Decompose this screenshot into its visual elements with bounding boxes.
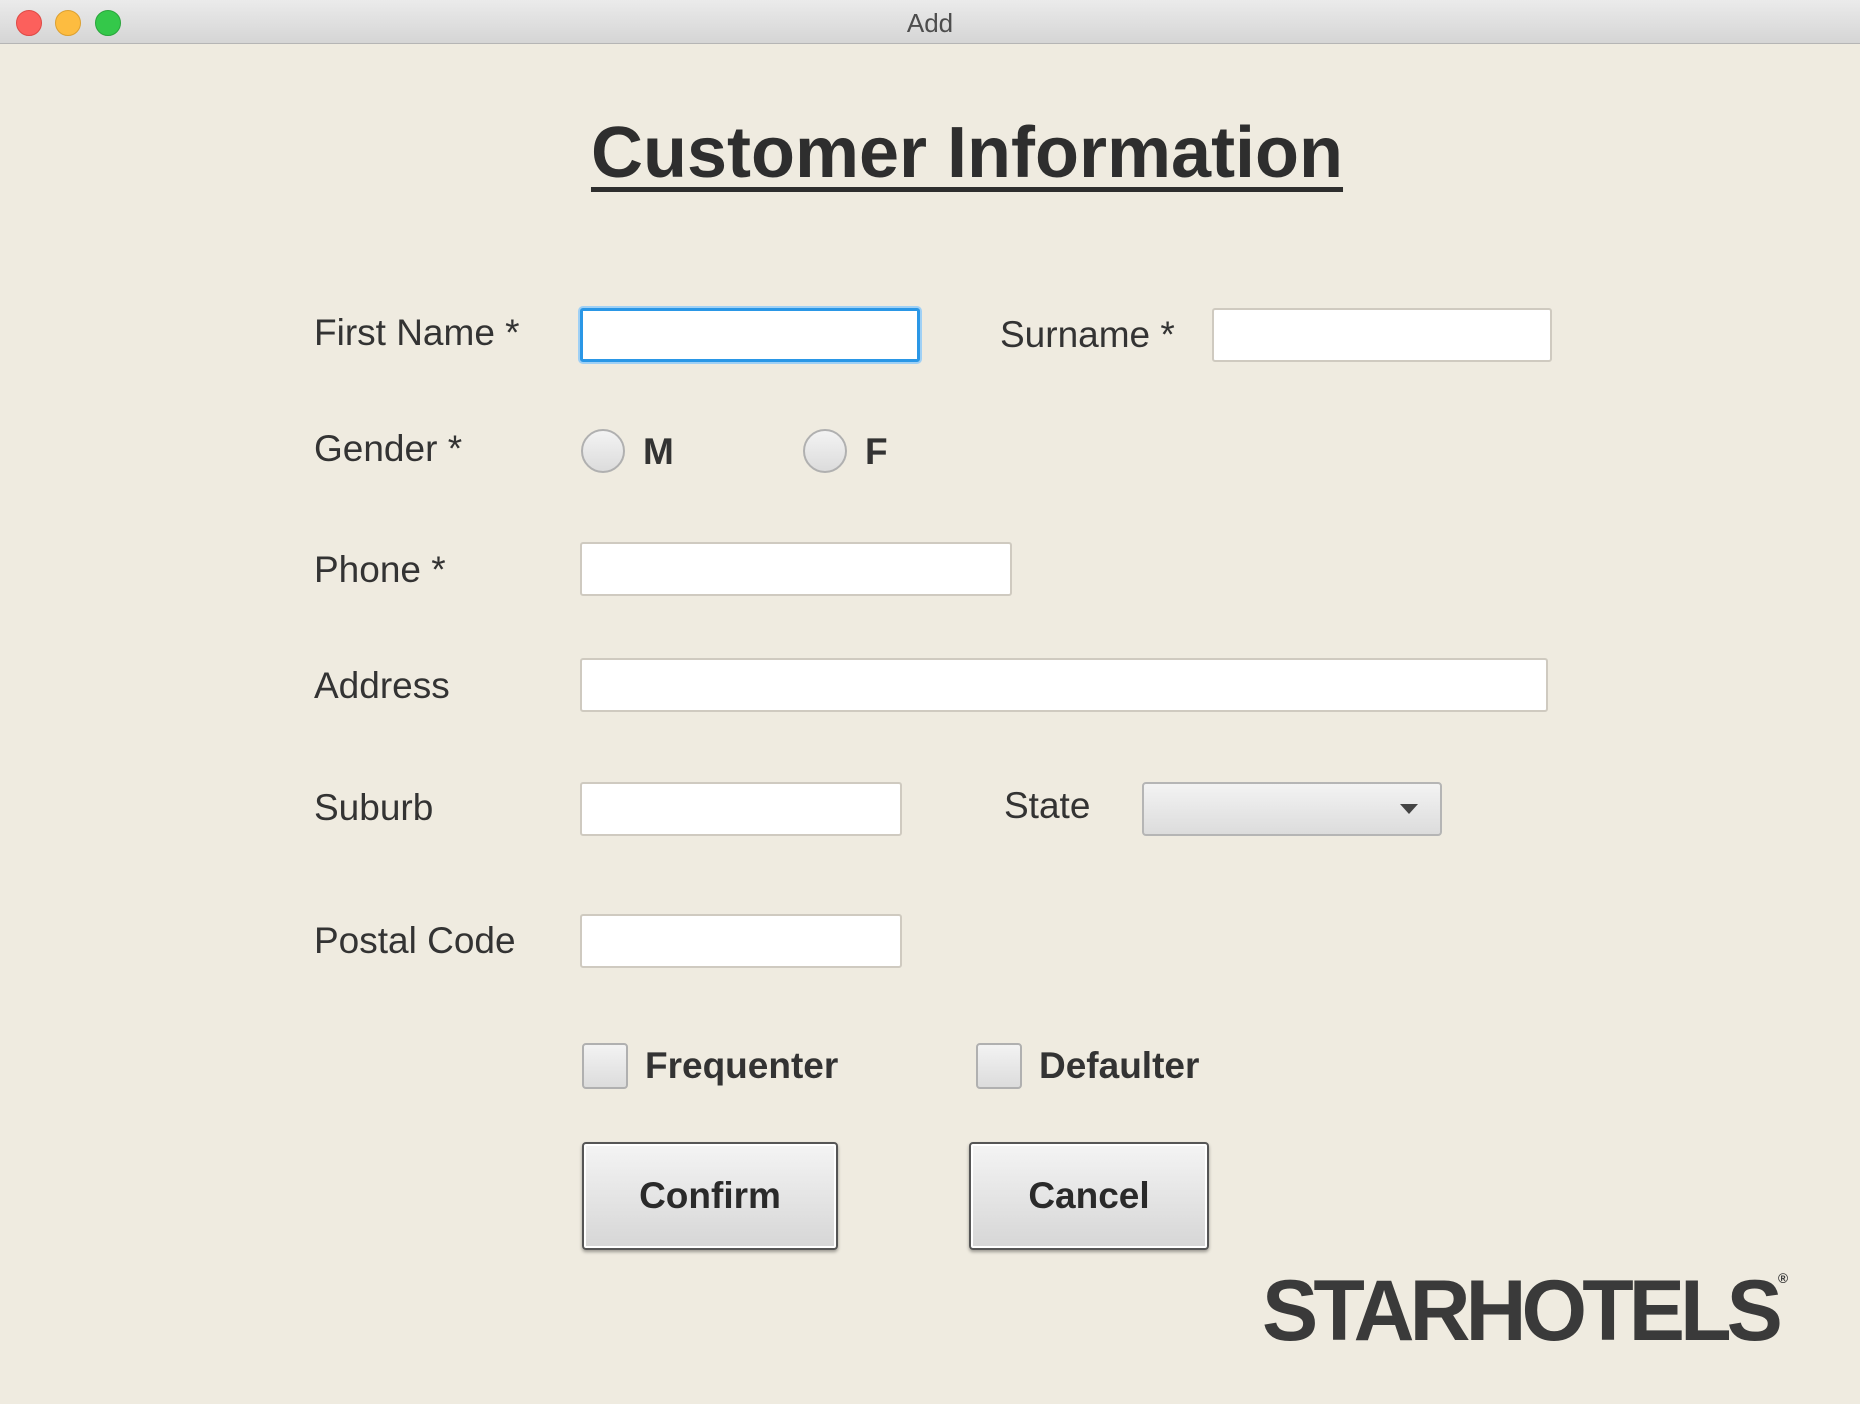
first-name-field[interactable] xyxy=(580,308,920,362)
postal-code-field[interactable] xyxy=(580,914,902,968)
address-label: Address xyxy=(314,665,450,706)
customer-form-window: Add Customer Information First Name * Su… xyxy=(0,0,1860,1404)
address-field[interactable] xyxy=(580,658,1548,712)
chevron-down-icon xyxy=(1400,804,1418,814)
defaulter-checkbox[interactable] xyxy=(976,1043,1022,1089)
registered-mark: ® xyxy=(1777,1270,1789,1286)
page-title: Customer Information xyxy=(590,113,1344,193)
window-title: Add xyxy=(906,8,954,38)
defaulter-label: Defaulter xyxy=(1039,1045,1200,1086)
surname-field[interactable] xyxy=(1212,308,1552,362)
confirm-button[interactable]: Confirm xyxy=(582,1142,838,1250)
cancel-button[interactable]: Cancel xyxy=(969,1142,1209,1250)
gender-label: Gender * xyxy=(314,428,463,469)
gender-f-label: F xyxy=(865,431,888,472)
phone-label: Phone * xyxy=(314,549,446,590)
suburb-field[interactable] xyxy=(580,782,902,836)
gender-m-radio[interactable] xyxy=(581,429,625,473)
state-label: State xyxy=(1004,785,1091,826)
postal-code-label: Postal Code xyxy=(314,920,516,961)
gender-m-label: M xyxy=(643,431,674,472)
surname-label: Surname * xyxy=(1000,314,1175,355)
phone-field[interactable] xyxy=(580,542,1012,596)
frequenter-checkbox[interactable] xyxy=(582,1043,628,1089)
starhotels-logo: STARHOTELS® xyxy=(1262,1262,1788,1361)
first-name-label: First Name * xyxy=(314,312,520,353)
logo-text: STARHOTELS xyxy=(1262,1263,1783,1359)
state-select[interactable] xyxy=(1142,782,1442,836)
title-bar: Add xyxy=(0,0,1860,44)
frequenter-label: Frequenter xyxy=(645,1045,839,1086)
suburb-label: Suburb xyxy=(314,787,434,828)
gender-f-radio[interactable] xyxy=(803,429,847,473)
